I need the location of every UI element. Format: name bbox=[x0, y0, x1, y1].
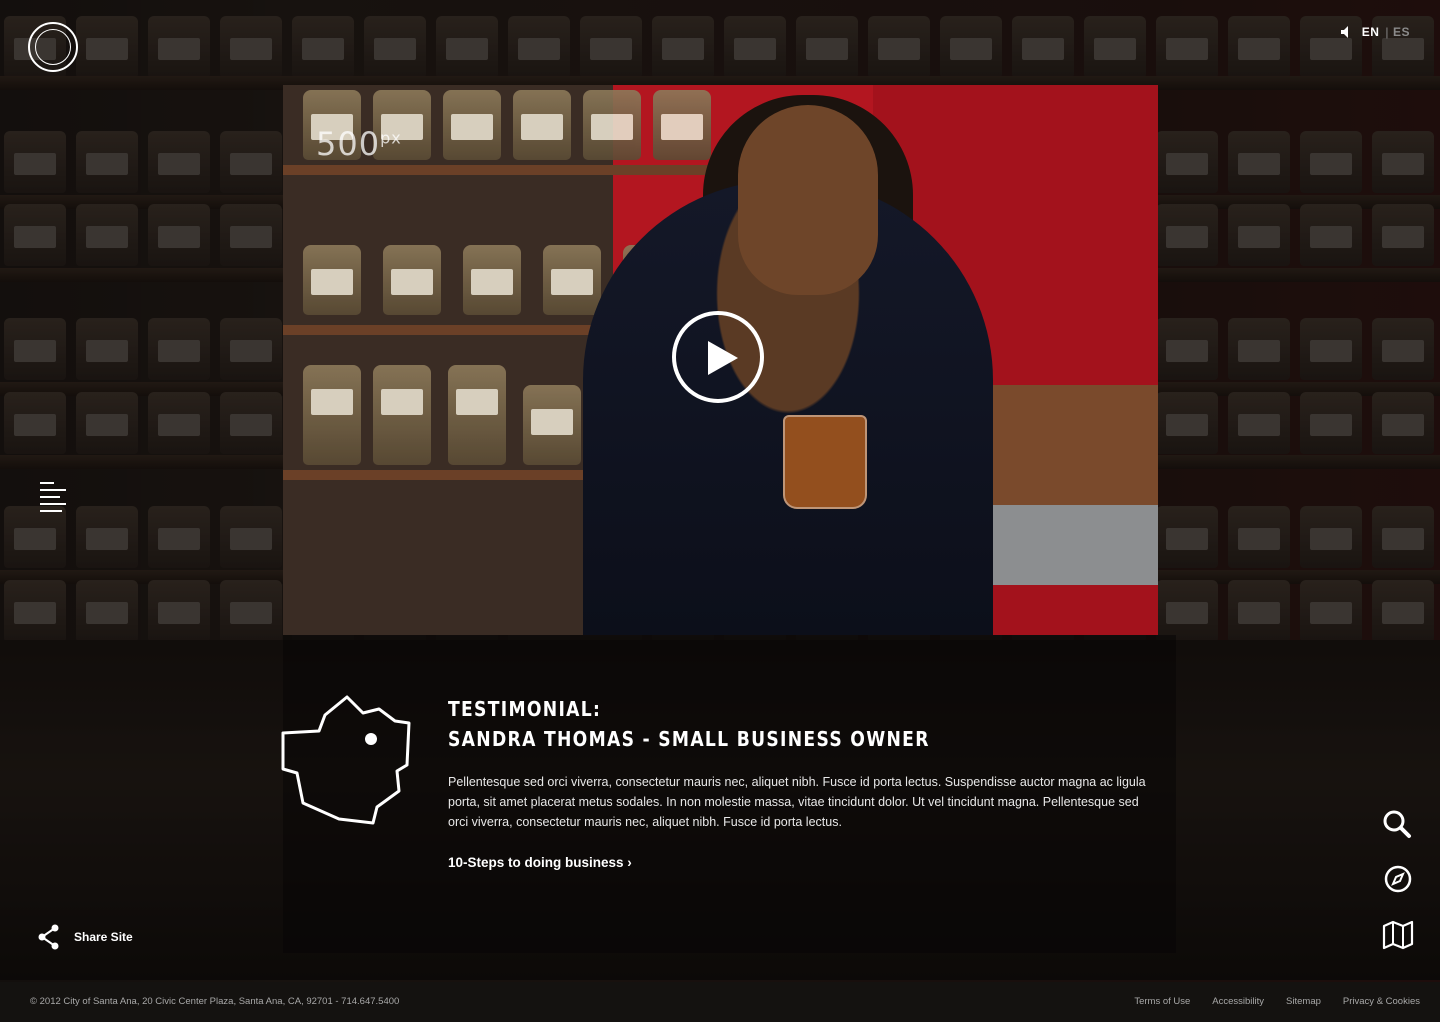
speaker-icon[interactable] bbox=[1340, 25, 1354, 39]
accessibility-link[interactable]: Accessibility bbox=[1212, 996, 1264, 1007]
lang-es-link[interactable]: ES bbox=[1393, 25, 1410, 39]
footer-copyright: © 2012 City of Santa Ana, 20 Civic Cente… bbox=[30, 996, 400, 1007]
share-icon bbox=[38, 924, 59, 950]
testimonial-title: TESTIMONIAL: SANDRA THOMAS - SMALL BUSIN… bbox=[448, 694, 930, 754]
footer: © 2012 City of Santa Ana, 20 Civic Cente… bbox=[0, 982, 1440, 1022]
footer-links: Terms of Use Accessibility Sitemap Priva… bbox=[1112, 996, 1420, 1007]
search-icon[interactable] bbox=[1381, 808, 1415, 842]
language-switcher: EN | ES bbox=[1340, 25, 1410, 39]
testimonial-title-line2: SANDRA THOMAS - SMALL BUSINESS OWNER bbox=[448, 727, 930, 751]
steps-to-business-link[interactable]: 10-Steps to doing business › bbox=[448, 855, 632, 870]
play-button[interactable] bbox=[672, 311, 764, 403]
terms-of-use-link[interactable]: Terms of Use bbox=[1134, 996, 1190, 1007]
share-site-button[interactable]: Share Site bbox=[38, 924, 133, 950]
testimonial-title-line1: TESTIMONIAL: bbox=[448, 697, 602, 721]
video-player[interactable]: 500px bbox=[283, 85, 1158, 635]
city-map-icon bbox=[281, 695, 411, 825]
seal-inner-ring bbox=[35, 29, 71, 65]
privacy-cookies-link[interactable]: Privacy & Cookies bbox=[1343, 996, 1420, 1007]
lang-separator: | bbox=[1385, 25, 1389, 39]
testimonial-body: Pellentesque sed orci viverra, consectet… bbox=[448, 775, 1146, 829]
tea-cup bbox=[783, 415, 867, 509]
compass-icon[interactable] bbox=[1381, 862, 1415, 896]
500px-watermark: 500px bbox=[316, 125, 402, 163]
sitemap-link[interactable]: Sitemap bbox=[1286, 996, 1321, 1007]
share-site-label: Share Site bbox=[74, 930, 133, 944]
map-icon[interactable] bbox=[1381, 918, 1415, 952]
menu-icon[interactable] bbox=[40, 482, 70, 514]
city-seal-logo[interactable] bbox=[28, 22, 78, 72]
play-icon bbox=[708, 341, 738, 375]
lang-en-link[interactable]: EN bbox=[1362, 25, 1380, 39]
